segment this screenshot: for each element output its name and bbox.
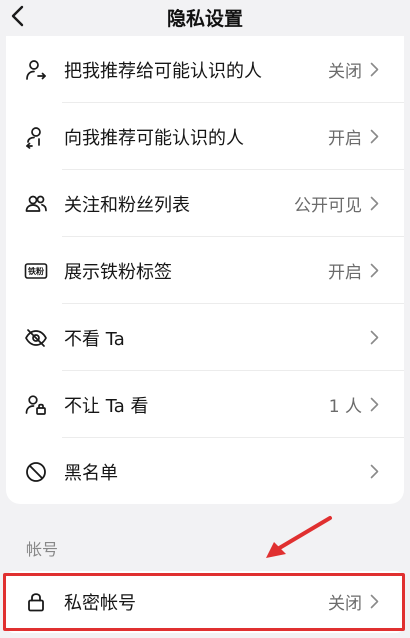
setting-value: 公开可见 — [294, 196, 362, 216]
setting-label: 黑名单 — [64, 462, 118, 484]
user-share-icon — [24, 58, 48, 82]
setting-label: 向我推荐可能认识的人 — [64, 127, 244, 149]
setting-label: 不看 Ta — [64, 328, 125, 350]
setting-row-block-ta[interactable]: 不让 Ta 看 1 人 — [6, 371, 404, 438]
chevron-right-icon — [368, 263, 380, 279]
setting-row-private-account[interactable]: 私密帐号 关闭 — [6, 568, 404, 635]
setting-row-recommend-to-me[interactable]: 向我推荐可能认识的人 开启 — [6, 103, 404, 170]
user-lock-icon — [24, 393, 48, 417]
setting-row-follow-fans-list[interactable]: 关注和粉丝列表 公开可见 — [6, 170, 404, 237]
chevron-right-icon — [368, 129, 380, 145]
setting-label: 私密帐号 — [64, 592, 136, 614]
chevron-right-icon — [368, 464, 380, 480]
block-icon — [24, 460, 48, 484]
setting-label: 展示铁粉标签 — [64, 261, 172, 283]
setting-value: 开启 — [328, 263, 362, 283]
chevron-right-icon — [368, 62, 380, 78]
top-bar: 隐私设置 — [0, 0, 410, 40]
page-title: 隐私设置 — [166, 8, 243, 30]
chevron-right-icon — [368, 330, 380, 346]
privacy-settings-page: 隐私设置 把我推荐给可能认识的人 关闭 向我推荐可能认识的人 开启 关注和粉丝列… — [0, 0, 410, 638]
setting-value: 1 人 — [328, 397, 362, 417]
iron-fan-icon-text: 铁粉 — [28, 266, 44, 276]
setting-label: 关注和粉丝列表 — [64, 194, 190, 216]
setting-label: 不让 Ta 看 — [64, 395, 149, 417]
setting-value: 关闭 — [328, 62, 362, 82]
user-recommend-icon — [24, 125, 48, 149]
setting-row-iron-fan-tag[interactable]: 铁粉 展示铁粉标签 开启 — [6, 237, 404, 304]
users-icon — [24, 192, 48, 216]
chevron-right-icon — [368, 196, 380, 212]
account-settings-card: 私密帐号 关闭 — [6, 571, 404, 633]
setting-value: 开启 — [328, 129, 362, 149]
section-title-account: 帐号 — [26, 540, 59, 559]
eye-off-icon — [24, 326, 48, 350]
privacy-settings-card: 把我推荐给可能认识的人 关闭 向我推荐可能认识的人 开启 关注和粉丝列表 公开可… — [6, 36, 404, 504]
chevron-right-icon — [368, 594, 380, 610]
setting-row-blacklist[interactable]: 黑名单 — [6, 438, 404, 505]
setting-value: 关闭 — [328, 594, 362, 614]
setting-row-hide-ta[interactable]: 不看 Ta — [6, 304, 404, 371]
annotation-arrow-icon — [266, 516, 332, 558]
setting-row-recommend-me[interactable]: 把我推荐给可能认识的人 关闭 — [6, 36, 404, 103]
chevron-right-icon — [368, 397, 380, 413]
lock-icon — [24, 590, 48, 614]
setting-label: 把我推荐给可能认识的人 — [64, 60, 262, 82]
iron-fan-badge-icon: 铁粉 — [24, 259, 48, 283]
